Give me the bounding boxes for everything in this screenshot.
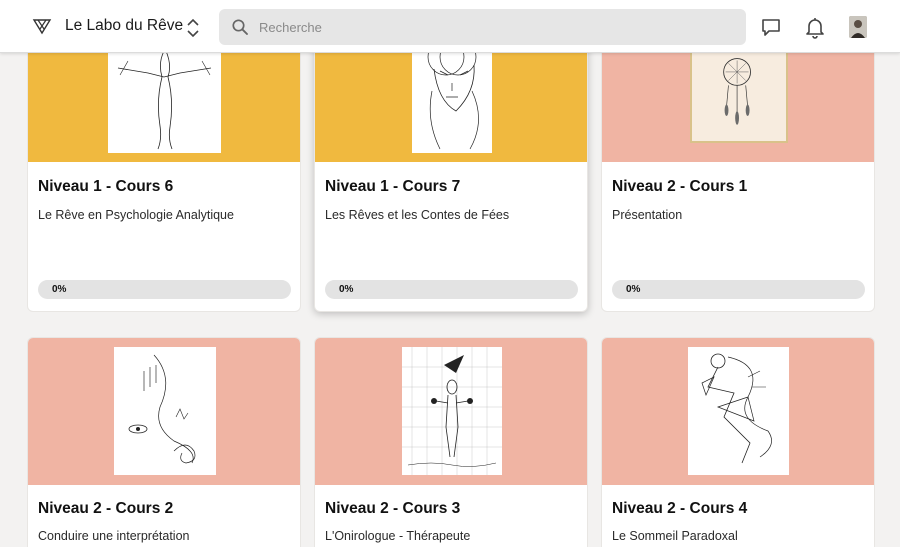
card-illustration bbox=[690, 45, 788, 143]
card-subtitle: Le Sommeil Paradoxal bbox=[612, 529, 738, 543]
search-input[interactable] bbox=[259, 9, 729, 45]
progress-bar: 0% bbox=[38, 280, 291, 299]
card-subtitle: L'Onirologue - Thérapeute bbox=[325, 529, 471, 543]
course-card[interactable]: Niveau 2 - Cours 3 L'Onirologue - Thérap… bbox=[314, 337, 588, 547]
card-title[interactable]: Niveau 1 - Cours 6 bbox=[38, 178, 173, 196]
course-card[interactable]: Niveau 2 - Cours 4 Le Sommeil Paradoxal bbox=[601, 337, 875, 547]
progress-label: 0% bbox=[52, 284, 67, 295]
card-illustration bbox=[114, 347, 216, 475]
site-title[interactable]: Le Labo du Rêve bbox=[65, 17, 183, 35]
switch-site-icon[interactable] bbox=[184, 17, 202, 39]
card-title[interactable]: Niveau 2 - Cours 1 bbox=[612, 178, 747, 196]
progress-bar: 0% bbox=[325, 280, 578, 299]
search-bar[interactable] bbox=[219, 9, 746, 45]
course-card[interactable]: Niveau 2 - Cours 2 Conduire une interpré… bbox=[27, 337, 301, 547]
card-title[interactable]: Niveau 1 - Cours 7 bbox=[325, 178, 460, 196]
avatar[interactable] bbox=[849, 16, 867, 38]
course-card[interactable]: Niveau 2 - Cours 1 Présentation 0% bbox=[601, 30, 875, 312]
card-subtitle: Conduire une interprétation bbox=[38, 529, 190, 543]
progress-label: 0% bbox=[339, 284, 354, 295]
card-subtitle: Présentation bbox=[612, 208, 683, 222]
card-illustration bbox=[688, 347, 789, 475]
card-illustration bbox=[402, 347, 502, 475]
card-subtitle: Les Rêves et les Contes de Fées bbox=[325, 208, 510, 222]
bell-icon[interactable] bbox=[803, 15, 827, 39]
progress-label: 0% bbox=[626, 284, 641, 295]
course-card[interactable]: Niveau 1 - Cours 6 Le Rêve en Psychologi… bbox=[27, 30, 301, 312]
course-card[interactable]: Niveau 1 - Cours 7 Les Rêves et les Cont… bbox=[314, 30, 588, 312]
card-title[interactable]: Niveau 2 - Cours 2 bbox=[38, 500, 173, 518]
card-title[interactable]: Niveau 2 - Cours 4 bbox=[612, 500, 747, 518]
search-icon bbox=[232, 19, 248, 35]
progress-bar: 0% bbox=[612, 280, 865, 299]
chat-icon[interactable] bbox=[759, 15, 783, 39]
card-subtitle: Le Rêve en Psychologie Analytique bbox=[38, 208, 234, 222]
logo-icon[interactable] bbox=[32, 16, 52, 36]
card-title[interactable]: Niveau 2 - Cours 3 bbox=[325, 500, 460, 518]
top-bar: Le Labo du Rêve bbox=[0, 0, 900, 53]
